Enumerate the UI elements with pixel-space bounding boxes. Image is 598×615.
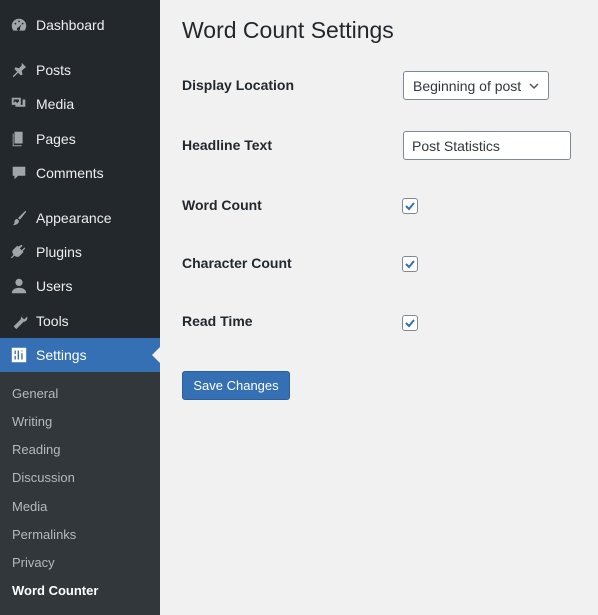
checkmark-icon bbox=[405, 260, 415, 269]
headline-text-input[interactable] bbox=[403, 131, 571, 160]
submenu-item-writing[interactable]: Writing bbox=[12, 414, 52, 429]
active-indicator-arrow bbox=[152, 347, 160, 363]
submenu-item-discussion[interactable]: Discussion bbox=[12, 470, 75, 485]
character-count-checkbox[interactable] bbox=[402, 256, 418, 272]
paintbrush-icon bbox=[9, 208, 29, 228]
sidebar-item-plugins[interactable]: Plugins bbox=[0, 235, 160, 269]
submenu-item-word-counter[interactable]: Word Counter bbox=[12, 583, 98, 598]
submenu-item-media[interactable]: Media bbox=[12, 499, 47, 514]
submenu-item-general[interactable]: General bbox=[12, 386, 58, 401]
sidebar-item-label: Settings bbox=[36, 347, 87, 363]
settings-submenu: General Writing Reading Discussion Media… bbox=[0, 372, 160, 615]
submenu-item-privacy[interactable]: Privacy bbox=[12, 555, 55, 570]
checkmark-icon bbox=[405, 202, 415, 211]
sidebar-item-label: Dashboard bbox=[36, 17, 105, 33]
save-changes-button[interactable]: Save Changes bbox=[182, 371, 290, 400]
chevron-down-icon bbox=[529, 83, 539, 90]
sidebar-item-label: Plugins bbox=[36, 244, 82, 260]
plug-icon bbox=[9, 242, 29, 262]
sidebar-item-dashboard[interactable]: Dashboard bbox=[0, 8, 160, 42]
page-title: Word Count Settings bbox=[182, 17, 394, 43]
display-location-select[interactable]: Beginning of post bbox=[403, 71, 549, 100]
word-count-label: Word Count bbox=[182, 197, 262, 213]
sidebar-item-label: Comments bbox=[36, 165, 104, 181]
media-icon bbox=[9, 94, 29, 114]
headline-text-label: Headline Text bbox=[182, 137, 272, 153]
sidebar-item-appearance[interactable]: Appearance bbox=[0, 201, 160, 235]
sidebar-item-label: Appearance bbox=[36, 210, 112, 226]
sidebar-item-posts[interactable]: Posts bbox=[0, 53, 160, 87]
sidebar-item-comments[interactable]: Comments bbox=[0, 156, 160, 190]
sidebar-item-media[interactable]: Media bbox=[0, 87, 160, 121]
read-time-label: Read Time bbox=[182, 313, 253, 329]
pages-icon bbox=[9, 129, 29, 149]
sidebar-item-label: Pages bbox=[36, 131, 76, 147]
character-count-label: Character Count bbox=[182, 255, 292, 271]
sidebar-item-label: Users bbox=[36, 278, 73, 294]
user-icon bbox=[9, 276, 29, 296]
pin-icon bbox=[9, 60, 29, 80]
sidebar-item-label: Posts bbox=[36, 62, 72, 78]
sidebar-item-users[interactable]: Users bbox=[0, 269, 160, 303]
display-location-label: Display Location bbox=[182, 77, 295, 93]
select-value: Beginning of post bbox=[413, 77, 522, 94]
settings-sliders-icon bbox=[9, 345, 29, 365]
admin-sidebar: Dashboard Posts Media Pages Comments App… bbox=[0, 0, 160, 615]
submenu-item-reading[interactable]: Reading bbox=[12, 442, 60, 457]
comment-icon bbox=[9, 163, 29, 183]
sidebar-item-label: Media bbox=[36, 96, 75, 112]
checkmark-icon bbox=[405, 319, 415, 328]
dashboard-icon bbox=[9, 15, 29, 35]
wrench-icon bbox=[9, 311, 29, 331]
sidebar-item-label: Tools bbox=[36, 313, 69, 329]
submenu-item-permalinks[interactable]: Permalinks bbox=[12, 527, 76, 542]
sidebar-item-pages[interactable]: Pages bbox=[0, 122, 160, 156]
sidebar-item-tools[interactable]: Tools bbox=[0, 304, 160, 338]
word-count-checkbox[interactable] bbox=[402, 198, 418, 214]
read-time-checkbox[interactable] bbox=[402, 315, 418, 331]
sidebar-item-settings[interactable]: Settings bbox=[0, 338, 160, 372]
